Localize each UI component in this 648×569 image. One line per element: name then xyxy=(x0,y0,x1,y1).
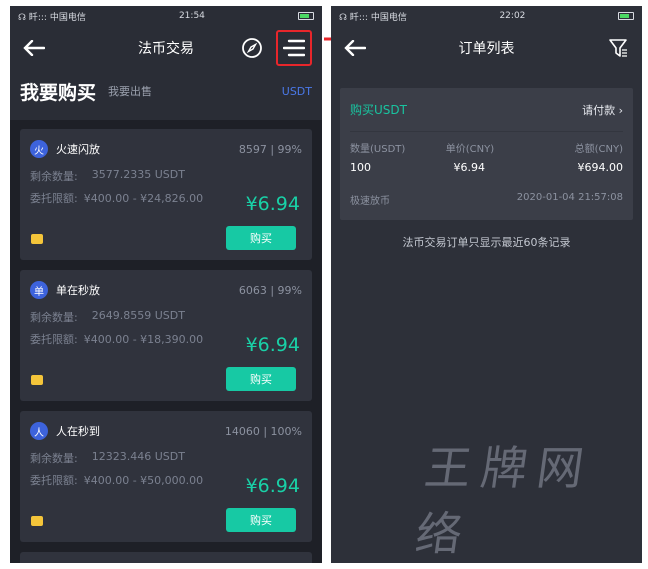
offer-card: 人 人在秒到 14060 | 100% 剩余数量: 12323.446 USDT … xyxy=(20,411,312,542)
merchant-stats: 6063 | 99% xyxy=(238,283,302,297)
order-status-link[interactable]: 请付款 › xyxy=(582,102,623,118)
merchant-stats: 8597 | 99% xyxy=(238,142,302,156)
payment-method-icon xyxy=(31,516,43,526)
total-header: 总额(CNY) xyxy=(574,144,623,155)
page-title: 订单列表 xyxy=(458,41,515,57)
left-screen: ☊ 䀒::: 中国电信 21:54 法币交易 我要购买 我要出售 USDT 火 … xyxy=(10,6,322,563)
offer-card: 火 火速闪放 8597 | 99% 剩余数量: 3577.2335 USDT 委托… xyxy=(20,129,312,260)
carrier-text: ☊ 䀒::: 中国电信 xyxy=(18,12,86,23)
remaining-value: 3577.2335 USDT xyxy=(91,168,185,181)
unit-price: ¥6.94 xyxy=(245,193,300,215)
merchant-avatar: 单 xyxy=(30,281,48,299)
offer-card: 单 单在秒放 6063 | 99% 剩余数量: 2649.8559 USDT 委托… xyxy=(20,270,312,401)
nav-bar: 法币交易 xyxy=(10,26,322,70)
battery-icon xyxy=(618,12,634,20)
offer-card-partial xyxy=(20,552,312,563)
payment-method-icon xyxy=(31,375,43,385)
right-screen: ☊ 䀒::: 中国电信 22:02 订单列表 购买USDT 请付款 › 数量(U… xyxy=(331,6,642,563)
limit-label: 委托限额: xyxy=(30,474,78,487)
limit-value: ¥400.00 - ¥24,826.00 xyxy=(83,192,204,205)
clock-text: 22:02 xyxy=(499,11,526,21)
limit-value: ¥400.00 - ¥50,000.00 xyxy=(83,474,204,487)
remaining-value: 12323.446 USDT xyxy=(91,450,185,463)
coin-selector[interactable]: USDT xyxy=(282,85,312,98)
clock-text: 21:54 xyxy=(178,11,205,21)
buy-button[interactable]: 购买 xyxy=(226,367,296,391)
watermark: 王牌网络 xyxy=(412,441,598,561)
price-value: ¥6.94 xyxy=(453,161,486,174)
merchant-avatar: 人 xyxy=(30,422,48,440)
payment-method-icon xyxy=(31,234,43,244)
merchant-name: 火速闪放 xyxy=(56,143,100,156)
merchant-stats: 14060 | 100% xyxy=(224,424,302,438)
back-arrow-icon[interactable] xyxy=(341,34,369,62)
price-header: 单价(CNY) xyxy=(445,144,495,155)
qty-header: 数量(USDT) xyxy=(350,144,406,155)
status-bar: ☊ 䀒::: 中国电信 22:02 xyxy=(331,6,642,26)
limit-label: 委托限额: xyxy=(30,333,78,346)
offer-list: 火 火速闪放 8597 | 99% 剩余数量: 3577.2335 USDT 委托… xyxy=(10,120,322,563)
order-datetime: 2020-01-04 21:57:08 xyxy=(516,192,623,203)
compass-icon[interactable] xyxy=(238,34,266,62)
remaining-label: 剩余数量: xyxy=(30,311,78,324)
remaining-value: 2649.8559 USDT xyxy=(91,309,185,322)
unit-price: ¥6.94 xyxy=(245,475,300,497)
battery-icon xyxy=(298,12,314,20)
merchant-avatar: 火 xyxy=(30,140,48,158)
records-notice: 法币交易订单只显示最近60条记录 xyxy=(402,236,571,249)
status-bar: ☊ 䀒::: 中国电信 21:54 xyxy=(10,6,322,26)
buy-button[interactable]: 购买 xyxy=(226,508,296,532)
carrier-text: ☊ 䀒::: 中国电信 xyxy=(339,12,407,23)
merchant-name: 单在秒放 xyxy=(56,284,100,297)
order-type: 购买USDT xyxy=(350,103,407,117)
buy-button[interactable]: 购买 xyxy=(226,226,296,250)
tab-sell[interactable]: 我要出售 xyxy=(108,83,152,99)
merchant-name: 人在秒到 xyxy=(56,425,100,438)
trade-header: 我要购买 我要出售 USDT xyxy=(10,70,322,112)
total-value: ¥694.00 xyxy=(577,161,624,174)
tab-buy[interactable]: 我要购买 xyxy=(20,78,96,105)
remaining-label: 剩余数量: xyxy=(30,170,78,183)
order-card[interactable]: 购买USDT 请付款 › 数量(USDT) 单价(CNY) 总额(CNY) 10… xyxy=(340,88,633,220)
filter-icon[interactable] xyxy=(604,34,632,62)
qty-value: 100 xyxy=(350,161,371,174)
release-mode: 极速放币 xyxy=(350,196,390,207)
back-arrow-icon[interactable] xyxy=(20,34,48,62)
limit-value: ¥400.00 - ¥18,390.00 xyxy=(83,333,204,346)
orders-menu-icon[interactable] xyxy=(276,30,312,66)
limit-label: 委托限额: xyxy=(30,192,78,205)
remaining-label: 剩余数量: xyxy=(30,452,78,465)
unit-price: ¥6.94 xyxy=(245,334,300,356)
nav-bar: 订单列表 xyxy=(331,26,642,70)
